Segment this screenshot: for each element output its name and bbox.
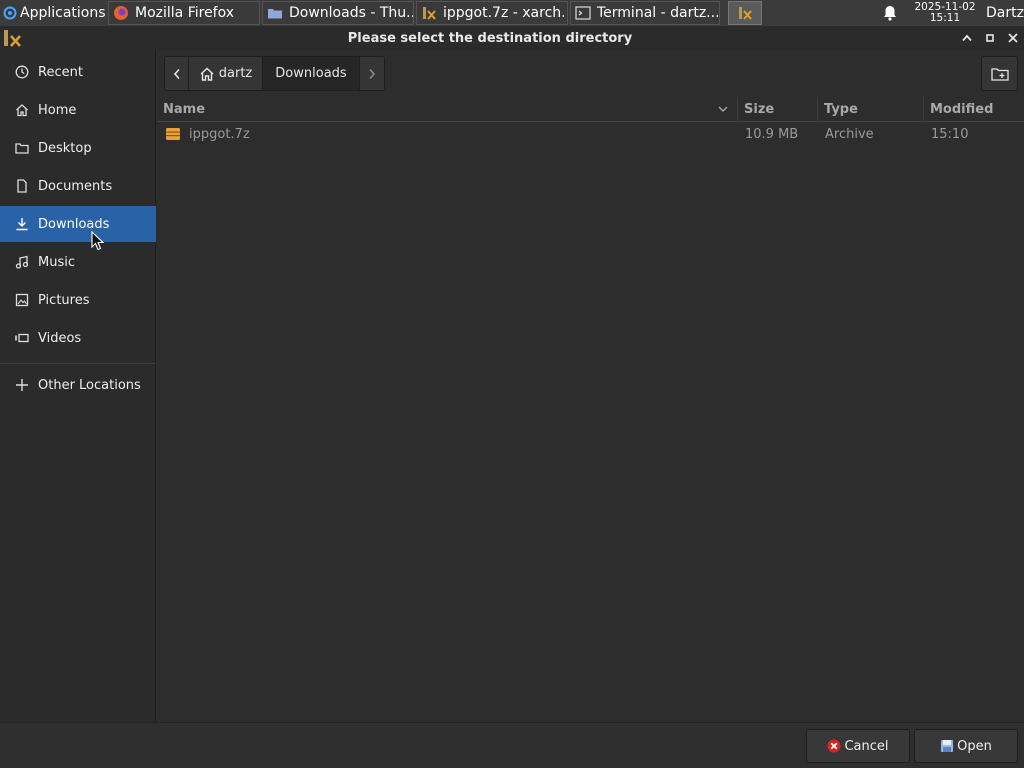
- sidebar-item-label: Home: [38, 102, 77, 118]
- chevron-down-icon: [718, 106, 728, 112]
- applications-label: Applications: [20, 5, 106, 21]
- notifications-button[interactable]: [880, 0, 900, 26]
- terminal-icon: [575, 6, 591, 20]
- close-icon: [1007, 33, 1018, 43]
- sidebar-item-recent[interactable]: Recent: [0, 54, 156, 90]
- path-current-label: Downloads: [275, 66, 347, 81]
- sidebar-item-label: Pictures: [38, 292, 90, 308]
- open-button[interactable]: Open: [914, 729, 1018, 763]
- xarchiver-icon: [423, 7, 436, 20]
- new-folder-icon: [990, 67, 1009, 81]
- task-label: ippgot.7z - xarch...: [443, 5, 568, 21]
- task-label: Mozilla Firefox: [135, 5, 235, 21]
- column-name-label: Name: [163, 102, 206, 117]
- folder-icon: [268, 9, 282, 19]
- sidebar-item-desktop[interactable]: Desktop: [0, 130, 156, 166]
- column-modified-label: Modified: [930, 102, 994, 117]
- sidebar-item-videos[interactable]: Videos: [0, 320, 156, 356]
- open-icon: [941, 740, 954, 752]
- xarchiver-icon: [739, 7, 752, 20]
- home-icon: [200, 67, 214, 81]
- square-icon: [985, 34, 994, 42]
- chevron-left-icon: [173, 68, 180, 79]
- cancel-button[interactable]: Cancel: [806, 729, 910, 763]
- desktop-folder-icon: [14, 140, 30, 156]
- places-sidebar: Recent Home Desktop Documents Downloads …: [0, 50, 156, 722]
- pictures-icon: [14, 292, 30, 308]
- sidebar-item-label: Desktop: [38, 140, 92, 156]
- sidebar-item-downloads[interactable]: Downloads: [0, 206, 156, 242]
- path-bar: dartz Downloads: [164, 56, 385, 91]
- music-icon: [14, 254, 30, 270]
- path-forward-button[interactable]: [360, 57, 384, 90]
- sidebar-item-label: Downloads: [38, 216, 110, 232]
- plus-icon: [14, 377, 30, 393]
- task-firefox[interactable]: Mozilla Firefox: [108, 1, 260, 25]
- videos-icon: [14, 330, 30, 346]
- task-label: Terminal - dartz...: [597, 5, 720, 21]
- dialog-title: Please select the destination directory: [347, 30, 633, 46]
- recent-icon: [14, 64, 30, 80]
- column-name[interactable]: Name: [157, 97, 737, 122]
- download-icon: [14, 216, 30, 232]
- restore-button[interactable]: [978, 26, 1001, 50]
- column-modified[interactable]: Modified: [923, 97, 1024, 122]
- task-terminal[interactable]: Terminal - dartz...: [570, 1, 720, 25]
- applications-icon: [3, 6, 17, 20]
- clock[interactable]: 2025-11-02 15:11: [910, 2, 980, 24]
- sidebar-item-music[interactable]: Music: [0, 244, 156, 280]
- task-label: Downloads - Thu...: [289, 5, 414, 21]
- file-name-cell: ippgot.7z: [157, 123, 737, 145]
- taskbar: Applications Mozilla Firefox Downloads -…: [0, 0, 1024, 26]
- dialog-titlebar: Please select the destination directory: [0, 26, 1024, 50]
- file-modified: 15:10: [931, 126, 969, 142]
- sidebar-item-label: Recent: [38, 64, 83, 80]
- cancel-label: Cancel: [844, 738, 889, 754]
- file-name: ippgot.7z: [189, 126, 250, 142]
- maximize-button[interactable]: [955, 26, 978, 50]
- mouse-cursor-icon: [91, 231, 105, 251]
- file-type: Archive: [825, 126, 874, 142]
- documents-icon: [14, 178, 30, 194]
- applications-menu[interactable]: Applications: [0, 0, 108, 26]
- sidebar-item-home[interactable]: Home: [0, 92, 156, 128]
- path-home-button[interactable]: dartz: [189, 57, 263, 90]
- close-button[interactable]: [1001, 26, 1024, 50]
- firefox-icon: [114, 6, 128, 20]
- sidebar-item-pictures[interactable]: Pictures: [0, 282, 156, 318]
- path-home-label: dartz: [218, 66, 253, 81]
- file-list-header: Name Size Type Modified: [157, 97, 1024, 122]
- archive-icon: [166, 128, 180, 140]
- dialog-action-bar: Cancel Open: [0, 722, 1024, 768]
- chevron-up-icon: [961, 34, 972, 42]
- path-back-button[interactable]: [165, 57, 189, 90]
- column-type[interactable]: Type: [817, 97, 923, 122]
- task-file-manager[interactable]: Downloads - Thu...: [262, 1, 414, 25]
- sidebar-item-label: Other Locations: [38, 377, 141, 393]
- column-size-label: Size: [744, 102, 775, 117]
- sidebar-item-documents[interactable]: Documents: [0, 168, 156, 204]
- task-xarchiver-dialog[interactable]: [728, 1, 762, 25]
- bell-icon: [884, 6, 896, 21]
- sidebar-item-label: Music: [38, 254, 75, 270]
- sidebar-item-other-locations[interactable]: Other Locations: [0, 367, 156, 403]
- sidebar-item-label: Documents: [38, 178, 113, 194]
- path-current-button[interactable]: Downloads: [263, 57, 360, 90]
- chevron-right-icon: [369, 68, 376, 79]
- sidebar-separator: [0, 363, 156, 364]
- file-size: 10.9 MB: [745, 126, 799, 142]
- clock-time: 15:11: [929, 12, 961, 24]
- sidebar-item-label: Videos: [38, 330, 82, 346]
- file-row[interactable]: ippgot.7z 10.9 MB Archive 15:10: [157, 123, 1024, 145]
- new-folder-button[interactable]: [981, 56, 1018, 91]
- home-icon: [14, 102, 30, 118]
- cancel-icon: [827, 739, 841, 753]
- user-menu[interactable]: Dartz: [986, 5, 1024, 21]
- column-type-label: Type: [824, 102, 858, 117]
- column-size[interactable]: Size: [737, 97, 817, 122]
- open-label: Open: [957, 738, 992, 754]
- task-xarchiver[interactable]: ippgot.7z - xarch...: [416, 1, 568, 25]
